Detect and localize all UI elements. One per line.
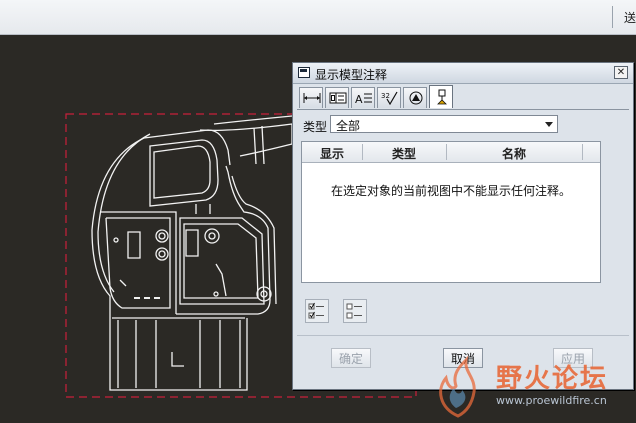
deselect-all-icon xyxy=(346,303,362,319)
svg-text:32: 32 xyxy=(381,92,390,100)
part-outline xyxy=(91,115,293,391)
watermark-url: www.proewildfire.cn xyxy=(496,394,607,407)
show-annotations-dialog[interactable]: 显示模型注释 ✕ A 32 类型 全部 显示 类型 名称 在选定对象的当前视图中… xyxy=(292,62,634,390)
type-label: 类型 xyxy=(303,120,328,134)
toolbar-text-fragment[interactable]: 送 xyxy=(624,9,636,26)
svg-text:A: A xyxy=(355,93,363,105)
symbol-icon xyxy=(409,91,423,105)
type-dropdown-value: 全部 xyxy=(336,119,361,133)
tab-notes[interactable]: A xyxy=(351,87,375,108)
dialog-title-bar[interactable]: 显示模型注释 ✕ xyxy=(293,63,633,84)
tab-surface-finish[interactable]: 32 xyxy=(377,87,401,108)
column-header-name[interactable]: 名称 xyxy=(446,145,582,162)
annotations-table[interactable]: 显示 类型 名称 在选定对象的当前视图中不能显示任何注释。 xyxy=(301,141,601,283)
select-all-button[interactable] xyxy=(305,299,329,323)
annotation-type-tabs: A 32 xyxy=(299,85,629,109)
holes xyxy=(113,228,272,302)
close-icon[interactable]: ✕ xyxy=(614,66,628,79)
deselect-all-button[interactable] xyxy=(343,299,367,323)
tab-divider xyxy=(297,109,629,110)
tab-dimensions[interactable] xyxy=(299,87,323,108)
dialog-title: 显示模型注释 xyxy=(315,68,388,82)
ok-button[interactable]: 确定 xyxy=(331,348,371,368)
surface-finish-icon: 32 xyxy=(381,91,398,105)
tab-symbols[interactable] xyxy=(403,87,427,108)
note-icon: A xyxy=(355,93,372,105)
dimension-icon xyxy=(303,93,321,103)
tab-datums[interactable] xyxy=(429,85,453,108)
flame-logo-icon xyxy=(439,356,476,418)
column-separator xyxy=(582,144,583,160)
watermark: 野火论坛 www.proewildfire.cn xyxy=(426,356,636,420)
dialog-window-icon xyxy=(298,67,310,78)
datum-icon xyxy=(437,89,447,105)
column-header-type[interactable]: 类型 xyxy=(362,145,446,162)
select-all-icon xyxy=(308,302,324,319)
empty-message: 在选定对象的当前视图中不能显示任何注释。 xyxy=(330,184,571,198)
chevron-down-icon[interactable] xyxy=(545,122,553,127)
column-header-show[interactable]: 显示 xyxy=(302,145,362,162)
top-toolbar: 送 xyxy=(0,0,636,35)
type-dropdown[interactable]: 全部 xyxy=(330,115,558,133)
watermark-title: 野火论坛 xyxy=(496,364,609,394)
toolbar-separator xyxy=(612,6,613,28)
geometric-tolerance-icon xyxy=(329,92,347,104)
table-header: 显示 类型 名称 xyxy=(302,142,600,163)
tab-geometric-tolerances[interactable] xyxy=(325,87,349,108)
button-divider xyxy=(297,335,629,336)
